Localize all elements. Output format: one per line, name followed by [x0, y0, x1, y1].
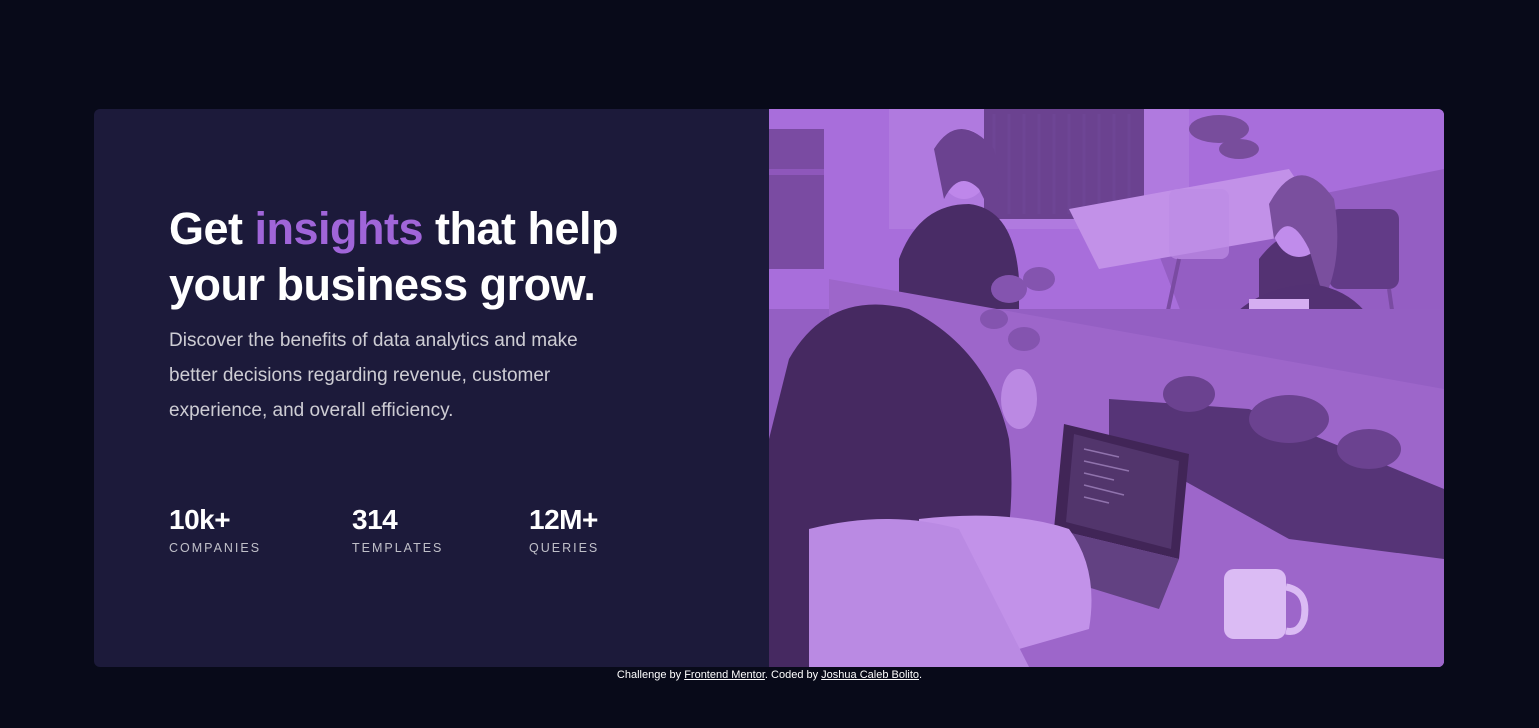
stat-templates: 314 TEMPLATES [352, 503, 443, 556]
footer-challenge-text: Challenge by [616, 669, 685, 681]
footer-coded-by-text: . Coded by [764, 669, 822, 681]
stat-companies: 10k+ COMPANIES [169, 503, 261, 556]
stats-preview-card: Get insights that help your business gro… [94, 109, 1444, 667]
stat-label: TEMPLATES [352, 541, 444, 555]
description: Discover the benefits of data analytics … [169, 330, 578, 421]
frontend-mentor-link[interactable]: Frontend Mentor [684, 669, 765, 681]
headline-accent: insights [254, 203, 424, 254]
header-image [769, 109, 1444, 667]
stat-label: QUERIES [529, 541, 600, 555]
author-link[interactable]: Joshua Caleb Bolito [821, 669, 919, 681]
stat-queries: 12M+ QUERIES [529, 503, 599, 556]
office-photo-illustration [769, 109, 1444, 667]
stat-value: 12M+ [529, 504, 598, 535]
attribution-footer: Challenge by Frontend Mentor. Coded by J… [0, 667, 1539, 683]
headline-pre: Get [169, 203, 255, 254]
stat-value: 10k+ [169, 504, 231, 535]
stat-label: COMPANIES [169, 541, 262, 555]
footer-end-text: . [919, 669, 923, 681]
card-text-panel: Get insights that help your business gro… [94, 109, 769, 667]
stat-value: 314 [352, 504, 398, 535]
headline: Get insights that help your business gro… [169, 201, 689, 313]
